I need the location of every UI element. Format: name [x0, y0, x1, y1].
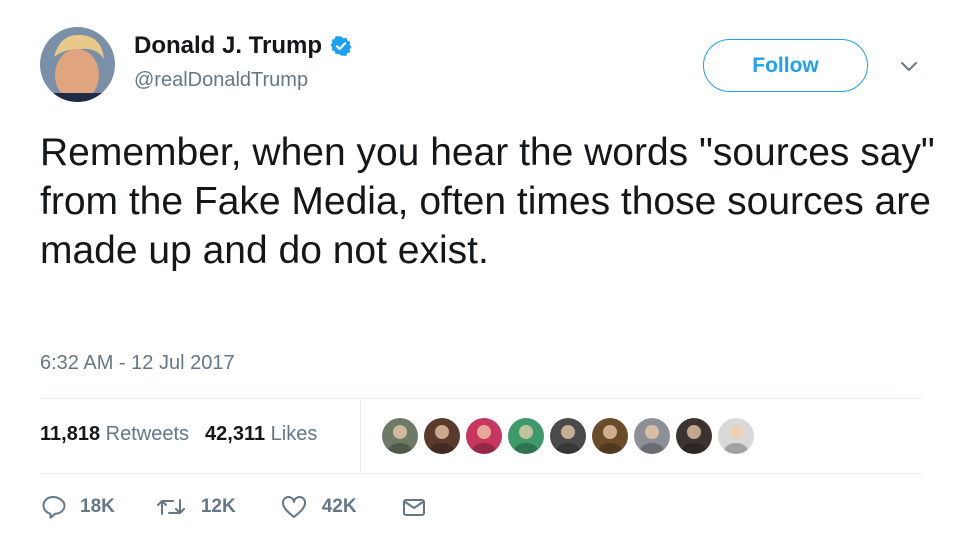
liker-avatar-7-icon	[634, 418, 670, 454]
likes-label: Likes	[270, 423, 318, 445]
retweets-count: 11,818	[40, 423, 101, 445]
like-button[interactable]: 42K	[280, 494, 357, 520]
liker-avatar[interactable]	[632, 416, 672, 456]
profile-photo-icon	[40, 27, 115, 102]
divider	[40, 398, 922, 399]
chevron-down-icon	[901, 62, 917, 71]
likes-stat[interactable]: 42,311 Likes	[205, 420, 317, 448]
author-info: Donald J. Trump @realDonaldTrump	[134, 32, 352, 92]
liker-avatar-9-icon	[718, 418, 754, 454]
tweet-stats: 11,818 Retweets 42,311 Likes	[40, 420, 317, 448]
like-count: 42K	[321, 496, 357, 517]
author-handle[interactable]: @realDonaldTrump	[134, 68, 352, 92]
liker-avatars	[380, 416, 756, 456]
liker-avatar-3-icon	[466, 418, 502, 454]
liker-avatar[interactable]	[506, 416, 546, 456]
reply-button[interactable]: 18K	[40, 494, 115, 520]
retweets-label: Retweets	[105, 423, 190, 445]
liker-avatar[interactable]	[674, 416, 714, 456]
liker-avatar-4-icon	[508, 418, 544, 454]
retweet-count: 12K	[200, 496, 236, 517]
liker-avatar-6-icon	[592, 418, 628, 454]
retweets-stat[interactable]: 11,818 Retweets	[40, 420, 189, 448]
direct-message-button[interactable]	[401, 494, 427, 520]
reply-count: 18K	[80, 496, 115, 517]
tweet-timestamp[interactable]: 6:32 AM - 12 Jul 2017	[40, 350, 235, 376]
retweet-icon	[156, 499, 185, 515]
liker-avatar[interactable]	[716, 416, 756, 456]
liker-avatar[interactable]	[464, 416, 504, 456]
author-avatar[interactable]	[40, 27, 115, 102]
liker-avatar[interactable]	[422, 416, 462, 456]
verified-badge-icon	[330, 36, 352, 56]
likes-count: 42,311	[205, 423, 266, 445]
tweet-text: Remember, when you hear the words "sourc…	[40, 131, 935, 272]
more-options-button[interactable]	[898, 56, 920, 76]
divider	[40, 473, 922, 474]
liker-avatar-8-icon	[676, 418, 712, 454]
liker-avatar-5-icon	[550, 418, 586, 454]
liker-avatar-2-icon	[424, 418, 460, 454]
retweet-button[interactable]: 12K	[155, 494, 236, 520]
reply-icon	[42, 496, 66, 519]
liker-avatar[interactable]	[590, 416, 630, 456]
follow-button[interactable]: Follow	[703, 39, 868, 92]
liker-avatar-1-icon	[382, 418, 418, 454]
envelope-icon	[402, 499, 425, 516]
liker-avatar[interactable]	[380, 416, 420, 456]
liker-avatar[interactable]	[548, 416, 588, 456]
heart-icon	[281, 496, 306, 518]
stats-separator	[360, 400, 361, 472]
author-display-name[interactable]: Donald J. Trump	[134, 32, 322, 60]
tweet-actions: 18K 12K 42K	[40, 494, 427, 520]
